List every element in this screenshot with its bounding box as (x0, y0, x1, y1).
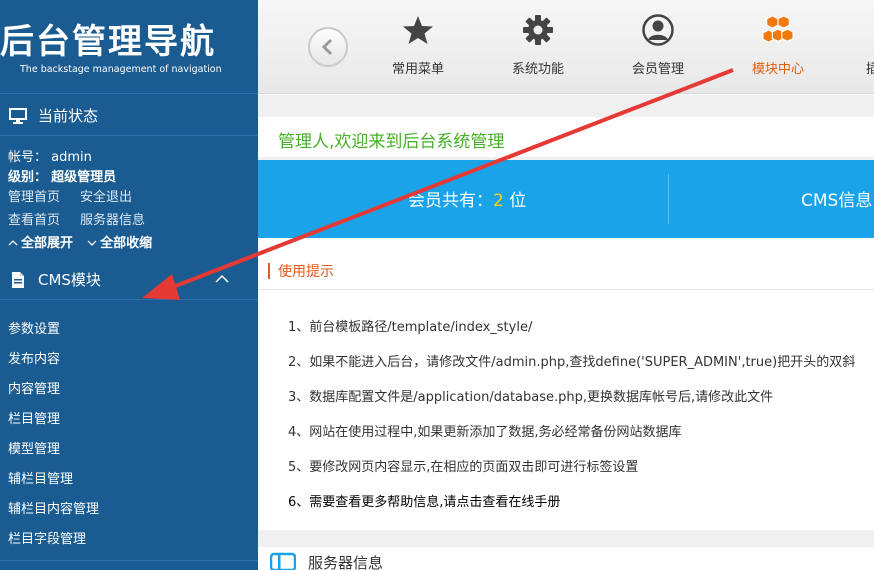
sidebar: 后台管理导航 The backstage management of navig… (0, 0, 258, 570)
expand-collapse-row: 全部展开 全部收缩 (8, 232, 152, 251)
menu-item-models[interactable]: 模型管理 (8, 438, 60, 457)
nav-common-menu-label: 常用菜单 (391, 62, 444, 77)
menu-item-publish[interactable]: 发布内容 (8, 348, 60, 367)
status-links-row2: 查看首页 服务器信息 (8, 209, 165, 228)
member-count-stat: 会员共有：2 位 (408, 186, 526, 211)
server-icon (270, 552, 296, 570)
logo-title: 后台管理导航 (0, 22, 216, 62)
nav-module-center-label: 模块中心 (751, 62, 804, 77)
member-count-suffix: 位 (503, 191, 527, 211)
level-line: 级别： 超级管理员 (8, 166, 116, 185)
member-count-value: 2 (493, 191, 504, 211)
tip-item: 5、要修改网页内容显示,在相应的页面双击即可进行标签设置 (288, 460, 639, 475)
document-icon (8, 270, 28, 290)
level-label: 级别： (8, 170, 48, 185)
server-info-panel: 服务器信息 (258, 547, 874, 570)
menu-item-params[interactable]: 参数设置 (8, 318, 60, 337)
help-manual-link[interactable]: 6、需要查看更多帮助信息,请点击查看在线手册 (288, 491, 560, 510)
account-label: 帐号： (8, 150, 48, 165)
usage-tips-panel: 使用提示 1、前台模板路径/template/index_style/ 2、如果… (258, 238, 874, 530)
usage-tips-title: 使用提示 (278, 264, 334, 280)
nav-member-management[interactable]: 会员管理 (608, 0, 708, 94)
status-links-row1: 管理首页 安全退出 (8, 186, 152, 205)
expand-all-label: 全部展开 (21, 236, 74, 251)
level-value: 超级管理员 (51, 170, 117, 185)
collapse-all-button[interactable]: 全部收缩 (87, 236, 152, 251)
chevron-up-icon (8, 240, 18, 246)
server-info-title: 服务器信息 (308, 554, 384, 570)
main-content: 管理人,欢迎来到后台系统管理 会员共有：2 位 CMS信息 使用提示 1、前台模… (258, 95, 874, 570)
chevron-left-icon (321, 38, 333, 56)
tip-item: 4、网站在使用过程中,如果更新添加了数据,务必经常备份网站数据库 (288, 425, 682, 440)
gear-icon (523, 15, 553, 45)
chevron-up-icon[interactable] (214, 271, 230, 287)
welcome-text: 管理人,欢迎来到后台系统管理 (278, 132, 505, 152)
status-section-title: 当前状态 (38, 107, 99, 125)
cms-info-stat: CMS信息 (801, 191, 873, 211)
menu-item-sub-columns[interactable]: 辅栏目管理 (8, 468, 73, 487)
menu-item-column-fields[interactable]: 栏目字段管理 (8, 528, 86, 547)
divider (0, 560, 258, 561)
nav-member-management-label: 会员管理 (631, 62, 684, 77)
view-home-link[interactable]: 查看首页 (8, 209, 60, 228)
welcome-panel: 管理人,欢迎来到后台系统管理 (258, 117, 874, 157)
status-section-header: 当前状态 (0, 96, 258, 136)
cubes-icon (762, 15, 794, 43)
nav-system-functions[interactable]: 系统功能 (488, 0, 588, 94)
account-value: admin (51, 150, 92, 165)
star-icon (403, 16, 433, 44)
collapse-all-label: 全部收缩 (100, 236, 153, 251)
account-line: 帐号： admin (8, 146, 92, 165)
nav-common-menu[interactable]: 常用菜单 (368, 0, 468, 94)
tip-item: 1、前台模板路径/template/index_style/ (288, 320, 533, 335)
usage-tips-header: 使用提示 (258, 238, 874, 290)
admin-home-link[interactable]: 管理首页 (8, 186, 60, 205)
stats-bar: 会员共有：2 位 CMS信息 (258, 160, 874, 238)
member-count-prefix: 会员共有： (408, 191, 493, 211)
stat-divider (668, 174, 669, 224)
menu-item-columns[interactable]: 栏目管理 (8, 408, 60, 427)
monitor-icon (8, 106, 28, 126)
tip-item: 3、数据库配置文件是/application/database.php,更换数据… (288, 390, 774, 405)
chevron-down-icon (87, 240, 97, 246)
nav-plugins-label: 插 (866, 62, 874, 77)
menu-item-content[interactable]: 内容管理 (8, 378, 60, 397)
nav-module-center[interactable]: 模块中心 (728, 0, 828, 94)
tips-accent-bar (268, 263, 270, 279)
logo: 后台管理导航 The backstage management of navig… (0, 0, 258, 94)
server-info-link[interactable]: 服务器信息 (80, 209, 145, 228)
cms-section-title: CMS模块 (38, 271, 101, 289)
logo-subtitle: The backstage management of navigation (20, 64, 222, 75)
expand-all-button[interactable]: 全部展开 (8, 236, 73, 251)
top-navigation: 常用菜单 系统功能 会员管理 模块中心 插 (258, 0, 874, 94)
nav-system-functions-label: 系统功能 (511, 62, 564, 77)
logout-link[interactable]: 安全退出 (80, 186, 132, 205)
user-icon (642, 14, 674, 46)
back-button[interactable] (308, 27, 348, 67)
cms-section-header[interactable]: CMS模块 (0, 260, 258, 300)
tip-item: 2、如果不能进入后台，请修改文件/admin.php,查找define('SUP… (288, 355, 856, 370)
nav-plugins-partial[interactable]: 插 (848, 0, 874, 94)
menu-item-sub-column-content[interactable]: 辅栏目内容管理 (8, 498, 99, 517)
